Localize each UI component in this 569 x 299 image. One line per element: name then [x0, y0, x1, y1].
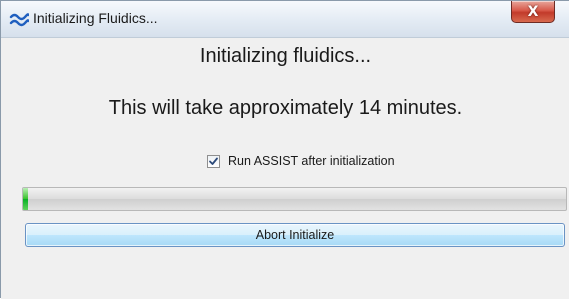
- title-bar[interactable]: Initializing Fluidics... X: [1, 1, 569, 38]
- checkmark-icon: [209, 157, 218, 165]
- run-assist-label[interactable]: Run ASSIST after initialization: [228, 154, 395, 168]
- progress-bar: [22, 187, 567, 211]
- time-estimate: This will take approximately 14 minutes.: [108, 97, 463, 119]
- run-assist-option[interactable]: Run ASSIST after initialization: [207, 153, 395, 169]
- dialog-window: Initializing Fluidics... X Initializing …: [0, 0, 569, 299]
- window-title: Initializing Fluidics...: [33, 10, 158, 26]
- close-button[interactable]: X: [511, 1, 555, 23]
- close-icon: X: [527, 3, 539, 20]
- run-assist-checkbox[interactable]: [207, 154, 220, 168]
- progress-fill: [23, 188, 29, 210]
- status-heading: Initializing fluidics...: [199, 45, 372, 67]
- fluidics-waves-icon: [9, 9, 30, 29]
- abort-initialize-button[interactable]: Abort Initialize: [25, 223, 565, 247]
